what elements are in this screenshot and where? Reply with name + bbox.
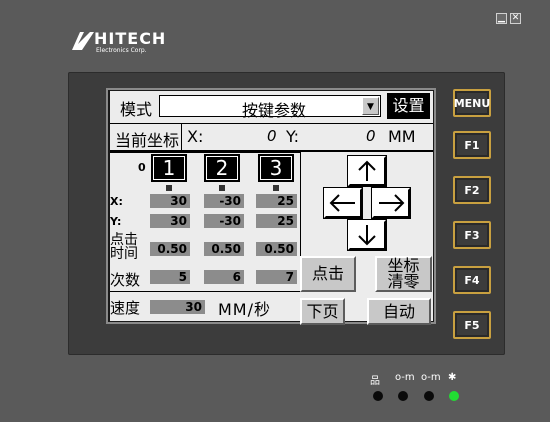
divider — [110, 123, 433, 124]
clear-coords-button[interactable]: 坐标 清零 — [375, 256, 432, 292]
row-x-label: X: — [110, 195, 123, 208]
x-value-2[interactable]: -30 — [204, 194, 244, 208]
axis-1-label: 1 — [154, 157, 184, 179]
arrow-left-icon — [329, 194, 355, 212]
move-up-button[interactable] — [347, 155, 387, 187]
auto-button[interactable]: 自动 — [367, 298, 431, 325]
status-led-key-1 — [398, 391, 408, 401]
f2-key[interactable]: F2 — [453, 176, 491, 204]
settings-button[interactable]: 设置 — [387, 93, 430, 119]
arrow-down-icon — [358, 225, 376, 246]
y-value-1[interactable]: 30 — [150, 214, 190, 228]
power-icon: ✱ — [448, 372, 457, 383]
time-value-2[interactable]: 0.50 — [204, 242, 244, 256]
speed-unit: MM/秒 — [218, 300, 272, 319]
status-led-network — [373, 391, 383, 401]
chevron-down-icon[interactable]: ▼ — [362, 97, 379, 115]
axis-2-indicator — [219, 185, 225, 191]
x-coord-value: 0 — [267, 127, 277, 145]
next-page-button[interactable]: 下页 — [300, 298, 345, 325]
count-value-2[interactable]: 6 — [204, 270, 244, 284]
status-led-power — [449, 391, 459, 401]
axis-3-indicator — [273, 185, 279, 191]
axis-2-button[interactable]: 2 — [204, 154, 240, 182]
axis-3-button[interactable]: 3 — [258, 154, 294, 182]
x-value-1[interactable]: 30 — [150, 194, 190, 208]
move-down-button[interactable] — [347, 219, 387, 251]
divider — [110, 291, 300, 292]
y-value-3[interactable]: 25 — [256, 214, 297, 228]
minimize-icon: ▁ — [498, 13, 505, 23]
arrow-right-icon — [379, 194, 405, 212]
time-value-1[interactable]: 0.50 — [150, 242, 190, 256]
arrow-up-icon — [358, 160, 376, 181]
logo-subtitle: Electronics Corp. — [96, 47, 147, 54]
key-icon: o-m — [421, 372, 441, 383]
hmi-panel: ▁ ✕ HITECH Electronics Corp. 模式 按键参数 ▼ 设… — [0, 0, 550, 422]
unit-label: MM — [388, 127, 416, 146]
mode-select[interactable]: 按键参数 ▼ — [159, 95, 381, 120]
minimize-button[interactable]: ▁ — [496, 13, 507, 24]
click-button[interactable]: 点击 — [300, 256, 356, 292]
speed-value[interactable]: 30 — [150, 300, 205, 314]
f1-key[interactable]: F1 — [453, 131, 491, 159]
mode-select-value: 按键参数 — [242, 101, 307, 120]
status-led-key-2 — [424, 391, 434, 401]
divider — [181, 124, 182, 150]
axis-1-button[interactable]: 1 — [151, 154, 187, 182]
f4-key[interactable]: F4 — [453, 266, 491, 294]
close-icon: ✕ — [511, 13, 520, 23]
move-left-button[interactable] — [323, 187, 363, 219]
f3-key[interactable]: F3 — [453, 221, 491, 249]
divider — [110, 152, 300, 153]
key-icon: o-m — [395, 372, 415, 383]
axis-2-label: 2 — [207, 157, 237, 179]
axis-3-label: 3 — [261, 157, 291, 179]
count-value-3[interactable]: 7 — [256, 270, 297, 284]
count-label: 次数 — [110, 271, 141, 289]
f5-key[interactable]: F5 — [453, 311, 491, 339]
network-icon: 品 — [370, 376, 380, 387]
move-right-button[interactable] — [371, 187, 411, 219]
menu-key[interactable]: MENU — [453, 89, 491, 117]
lcd-screen: 模式 按键参数 ▼ 设置 当前坐标 X: 0 Y: 0 MM 0 1 2 3 X… — [110, 91, 433, 325]
row-y-label: Y: — [110, 215, 122, 228]
x-coord-label: X: — [187, 127, 204, 146]
y-coord-label: Y: — [286, 127, 300, 146]
time-value-3[interactable]: 0.50 — [256, 242, 297, 256]
logo-mark-icon — [72, 32, 94, 50]
y-value-2[interactable]: -30 — [204, 214, 244, 228]
speed-label: 速度 — [110, 299, 141, 317]
close-button[interactable]: ✕ — [510, 13, 521, 24]
logo-brand: HITECH — [94, 29, 167, 48]
clear-coords-label-2: 清零 — [387, 272, 420, 291]
click-time-label-2: 时间 — [110, 246, 138, 262]
mode-label: 模式 — [120, 100, 153, 119]
axis-1-indicator — [166, 185, 172, 191]
count-value-1[interactable]: 5 — [150, 270, 190, 284]
origin-label: 0 — [138, 161, 146, 174]
x-value-3[interactable]: 25 — [256, 194, 297, 208]
y-coord-value: 0 — [366, 127, 376, 145]
coord-label: 当前坐标 — [115, 131, 180, 150]
